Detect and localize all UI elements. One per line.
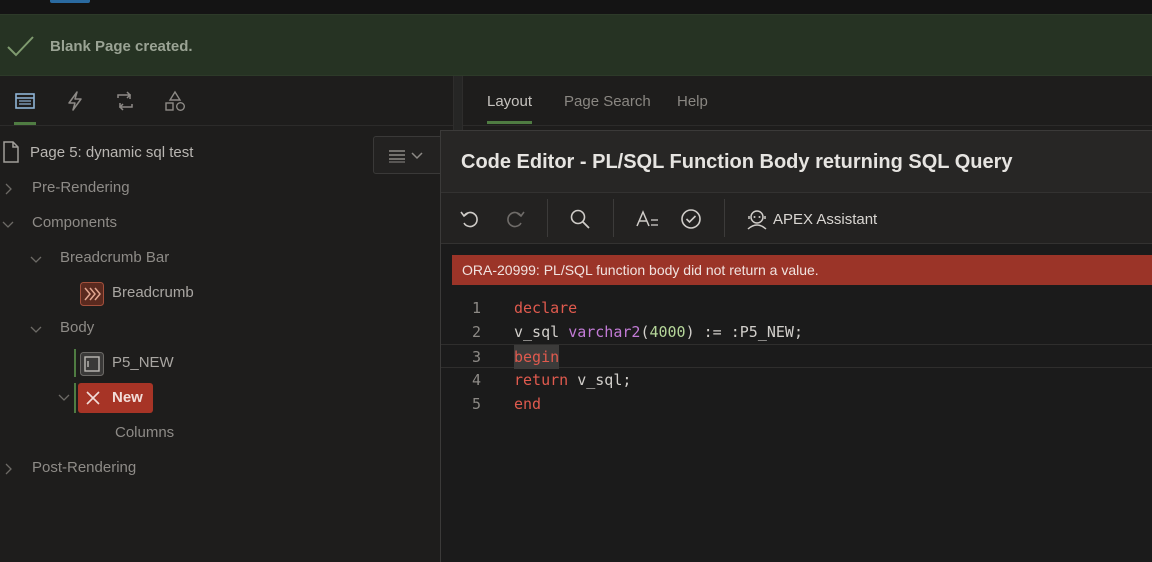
tree-p5-new[interactable]: P5_NEW [112, 349, 174, 377]
error-message: ORA-20999: PL/SQL function body did not … [462, 262, 819, 278]
breadcrumb-icon [80, 282, 104, 306]
shapes-icon [165, 90, 185, 111]
top-bar [0, 0, 1152, 14]
line-number: 4 [471, 371, 481, 389]
tree-pre-rendering[interactable]: Pre-Rendering [32, 174, 130, 202]
error-message-bar: ORA-20999: PL/SQL function body did not … [452, 255, 1152, 285]
line-number: 1 [471, 299, 481, 317]
toolbar-separator [613, 199, 614, 237]
tab-page-search[interactable]: Page Search [564, 93, 651, 110]
tree-guide-line [74, 383, 76, 413]
tree-guide-line [74, 349, 76, 377]
dialog-title-bar: Code Editor - PL/SQL Function Body retur… [441, 131, 1152, 193]
toolbar-separator [724, 199, 725, 237]
menu-icon [389, 150, 405, 163]
checkmark-icon [7, 36, 34, 57]
assistant-icon [747, 210, 767, 230]
chevron-down-icon[interactable] [2, 220, 14, 230]
code-line: 2 v_sql varchar2(4000) := :P5_NEW; [441, 320, 1152, 344]
tree-columns[interactable]: Columns [115, 419, 174, 447]
code-line: 4 return v_sql; [441, 368, 1152, 392]
code-text: begin [514, 345, 560, 369]
chevron-right-icon[interactable] [4, 463, 14, 475]
chevron-down-icon[interactable] [30, 255, 42, 265]
apex-assistant-button[interactable]: APEX Assistant [745, 208, 877, 230]
shared-components-tab[interactable] [164, 90, 188, 114]
dynamic-actions-tab[interactable] [64, 90, 88, 114]
line-number: 2 [471, 323, 481, 341]
tree-page-root[interactable]: Page 5: dynamic sql test [30, 139, 193, 167]
layout-tabs: Layout Page Search Help [463, 76, 1152, 126]
line-number: 3 [471, 348, 481, 366]
code-editor-area[interactable]: 1 declare 2 v_sql varchar2(4000) := :P5_… [441, 296, 1152, 416]
code-line: 5 end [441, 392, 1152, 416]
undo-icon [460, 211, 478, 228]
processing-tab[interactable] [114, 90, 138, 114]
search-button[interactable] [568, 207, 592, 231]
success-banner: Blank Page created. [0, 14, 1152, 76]
tree-breadcrumb-bar[interactable]: Breadcrumb Bar [60, 244, 169, 272]
tree-breadcrumb[interactable]: Breadcrumb [112, 279, 194, 307]
tree-components[interactable]: Components [32, 209, 117, 237]
apex-assistant-label: APEX Assistant [773, 211, 878, 228]
chevron-down-icon[interactable] [58, 393, 70, 403]
tree-post-rendering[interactable]: Post-Rendering [32, 454, 136, 482]
chevron-down-icon [411, 152, 423, 160]
validate-button[interactable] [679, 207, 703, 231]
rendering-tree-pane: Page 5: dynamic sql test Pre-Rendering C… [0, 76, 453, 562]
code-line: 1 declare [441, 296, 1152, 320]
code-text-highlighted: return v_sql; [514, 371, 632, 389]
redo-button[interactable] [503, 207, 527, 231]
tab-layout[interactable]: Layout [487, 93, 533, 124]
code-text: declare [514, 299, 578, 317]
rendering-tab[interactable] [14, 90, 38, 125]
editor-toolbar: APEX Assistant [441, 193, 1152, 244]
chevron-down-icon[interactable] [30, 325, 42, 335]
code-editor-dialog: Code Editor - PL/SQL Function Body retur… [440, 130, 1152, 562]
chevron-right-icon[interactable] [4, 183, 14, 195]
toolbar-separator [547, 199, 548, 237]
banner-message: Blank Page created. [50, 38, 193, 55]
rendering-icon [15, 93, 35, 109]
left-pane-tabs [0, 76, 453, 126]
line-number: 5 [471, 395, 481, 413]
top-chip [50, 0, 90, 3]
code-text: end [514, 395, 542, 413]
tree-new-label: New [112, 389, 143, 406]
tree-body[interactable]: Body [60, 314, 94, 342]
tab-help[interactable]: Help [677, 93, 708, 110]
code-text-highlighted: v_sql varchar2(4000) := :P5_NEW; [514, 323, 803, 341]
tree-new-region-selected[interactable]: New [78, 383, 153, 413]
font-size-icon [636, 210, 658, 227]
refresh-icon [117, 91, 133, 111]
code-line-current: 3 begin [441, 344, 1152, 369]
undo-button[interactable] [458, 207, 482, 231]
validate-icon [681, 209, 701, 229]
item-icon [80, 352, 104, 376]
error-x-icon [86, 391, 100, 405]
lightning-icon [68, 91, 82, 111]
page-icon [3, 141, 19, 163]
font-size-button[interactable] [634, 207, 662, 231]
redo-icon [507, 211, 525, 228]
dialog-title: Code Editor - PL/SQL Function Body retur… [461, 151, 1013, 173]
search-icon [570, 209, 590, 229]
tree-menu-button[interactable] [373, 136, 443, 174]
